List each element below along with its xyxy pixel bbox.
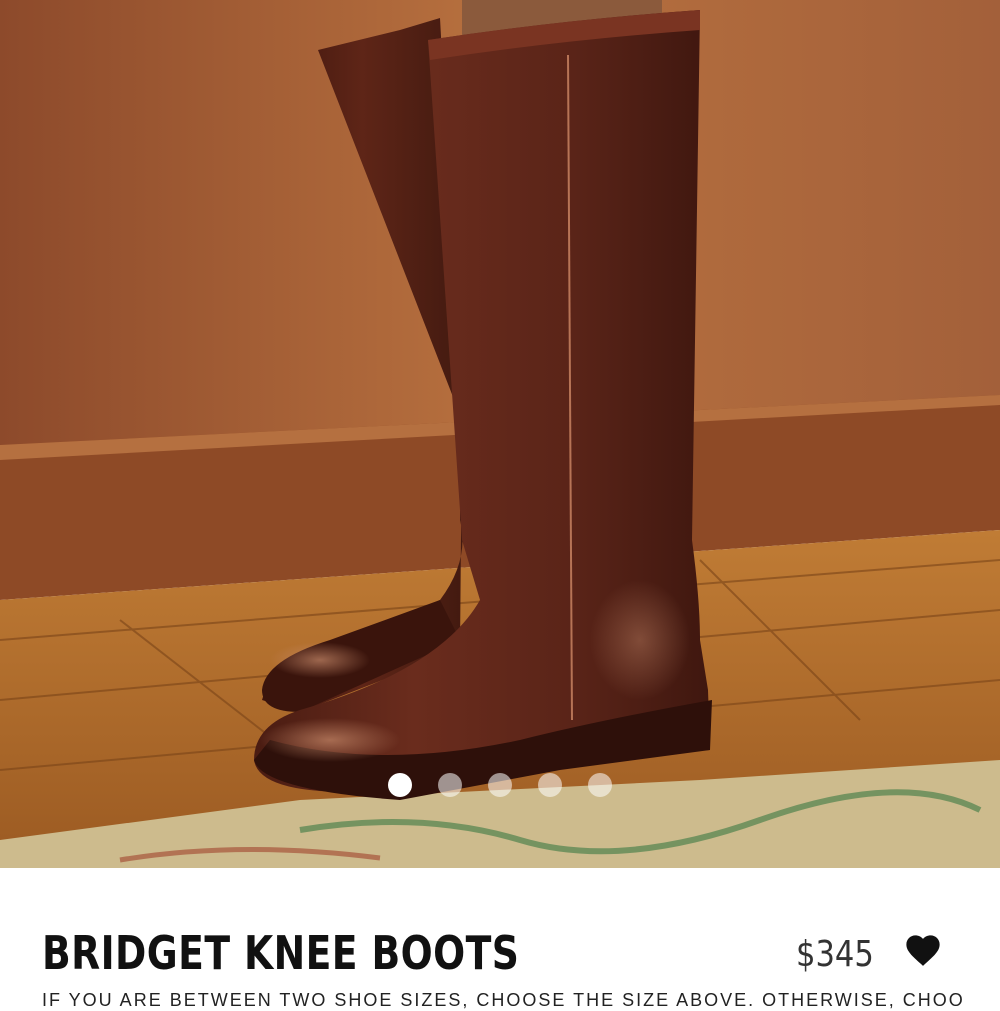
size-note: IF YOU ARE BETWEEN TWO SHOE SIZES, CHOOS…	[42, 990, 962, 1010]
product-image-gallery[interactable]	[0, 0, 1000, 868]
product-title: BRIDGET KNEE BOOTS	[42, 926, 520, 980]
carousel-dot-1[interactable]	[388, 773, 412, 797]
product-info: BRIDGET KNEE BOOTS $345 IF YOU ARE BETWE…	[0, 868, 1000, 1010]
product-photo	[0, 0, 1000, 868]
carousel-dot-3[interactable]	[488, 773, 512, 797]
carousel-dot-4[interactable]	[538, 773, 562, 797]
carousel-indicators	[0, 772, 1000, 798]
heart-icon[interactable]	[904, 932, 942, 968]
carousel-dot-5[interactable]	[588, 773, 612, 797]
product-price: $345	[796, 934, 874, 975]
carousel-dot-2[interactable]	[438, 773, 462, 797]
